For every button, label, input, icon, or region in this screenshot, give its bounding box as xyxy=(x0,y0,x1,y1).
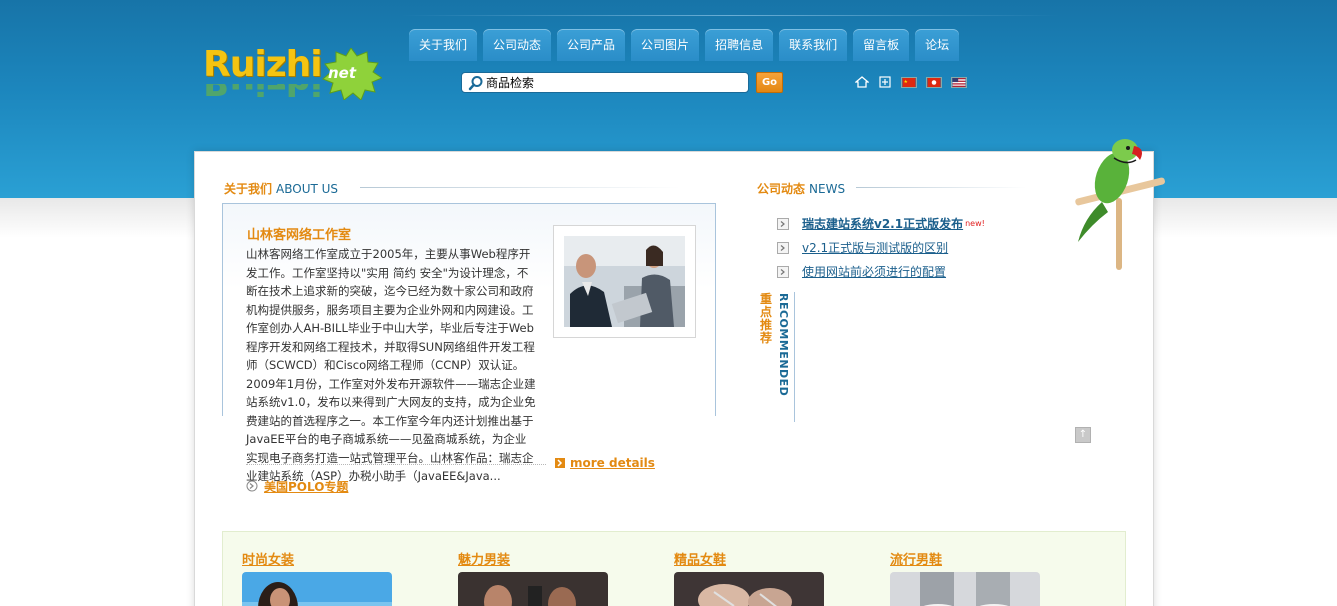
news-item: 使用网站前必须进行的配置 xyxy=(777,263,985,287)
product-category-link[interactable]: 魅力男装 xyxy=(458,549,510,568)
logo-reflection: Ruizhi xyxy=(203,84,322,102)
news-title-cn: 公司动态 xyxy=(757,182,806,196)
product-image[interactable] xyxy=(890,572,1040,606)
polo-arrow-icon xyxy=(246,480,258,492)
news-arrow-icon xyxy=(777,218,789,230)
scroll-button[interactable]: ↑ xyxy=(1075,427,1091,443)
flag-cn-icon[interactable] xyxy=(901,76,917,88)
logo-badge-text: net xyxy=(328,64,357,82)
news-list: 瑞志建站系统v2.1正式版发布 new! v2.1正式版与测试版的区别 使用网站前… xyxy=(777,215,985,287)
flag-hk-icon[interactable] xyxy=(926,76,942,88)
about-text-body: 山林客网络工作室成立于2005年，主要从事Web程序开发工作。工作室坚持以"实用… xyxy=(246,245,536,486)
search-icon xyxy=(468,76,483,91)
parrot-icon xyxy=(1075,139,1165,270)
nav-products[interactable]: 公司产品 xyxy=(557,29,626,61)
news-item: 瑞志建站系统v2.1正式版发布 new! xyxy=(777,215,985,239)
logo-text: Ruizhi xyxy=(203,44,323,85)
news-title-en: NEWS xyxy=(809,182,846,196)
flag-us-icon[interactable] xyxy=(951,76,967,88)
product-category-link[interactable]: 精品女鞋 xyxy=(674,549,726,568)
product-category-link[interactable]: 流行男鞋 xyxy=(890,549,942,568)
search-input[interactable] xyxy=(486,74,744,91)
nav-forum[interactable]: 论坛 xyxy=(915,29,960,61)
home-icon[interactable] xyxy=(855,76,869,88)
news-arrow-icon xyxy=(777,266,789,278)
about-title-rule xyxy=(360,187,680,188)
more-arrow-icon xyxy=(555,458,565,468)
polo-special-link[interactable]: 美国POLO专题 xyxy=(264,478,348,495)
news-arrow-icon xyxy=(777,242,789,254)
header-divider xyxy=(400,15,1060,16)
recommend-title-cn: 重点推荐 xyxy=(760,292,773,345)
toolbar-icons xyxy=(855,76,967,88)
site-logo[interactable]: Ruizhi Ruizhi net xyxy=(200,40,390,110)
main-nav: 关于我们 公司动态 公司产品 公司图片 招聘信息 联系我们 留言板 论坛 xyxy=(409,29,960,61)
product-image[interactable] xyxy=(242,572,392,606)
product-image[interactable] xyxy=(674,572,824,606)
news-title-rule xyxy=(856,187,1026,188)
nav-photos[interactable]: 公司图片 xyxy=(631,29,700,61)
nav-contact[interactable]: 联系我们 xyxy=(779,29,848,61)
product-image[interactable] xyxy=(458,572,608,606)
news-section-title: 公司动态 NEWS xyxy=(757,180,845,197)
new-badge: new! xyxy=(965,219,985,228)
nav-news[interactable]: 公司动态 xyxy=(483,29,552,61)
nav-about[interactable]: 关于我们 xyxy=(409,29,478,61)
more-details-link[interactable]: more details xyxy=(570,456,655,470)
news-item: v2.1正式版与测试版的区别 xyxy=(777,239,985,263)
about-text-content: 山林客网络工作室成立于2005年，主要从事Web程序开发工作。工作室坚持以"实用… xyxy=(246,247,536,483)
recommend-divider xyxy=(794,292,795,422)
about-section-title: 关于我们 ABOUT US xyxy=(224,180,338,197)
nav-jobs[interactable]: 招聘信息 xyxy=(705,29,774,61)
news-link[interactable]: v2.1正式版与测试版的区别 xyxy=(802,241,948,255)
search-box xyxy=(461,72,749,93)
about-heading: 山林客网络工作室 xyxy=(247,228,352,243)
nav-guestbook[interactable]: 留言板 xyxy=(853,29,910,61)
search-go-button[interactable]: Go xyxy=(756,72,783,93)
recommend-title-en: RECOMMENDED xyxy=(777,293,790,397)
about-dotted-rule xyxy=(246,464,546,465)
product-category-link[interactable]: 时尚女装 xyxy=(242,549,294,568)
news-link[interactable]: 使用网站前必须进行的配置 xyxy=(802,265,946,279)
about-title-cn: 关于我们 xyxy=(224,182,273,196)
about-text: 山林客网络工作室成立于2005年，主要从事Web程序开发工作。工作室坚持以"实用… xyxy=(246,245,698,486)
news-link[interactable]: 瑞志建站系统v2.1正式版发布 xyxy=(802,217,963,231)
add-favorite-icon[interactable] xyxy=(878,76,892,88)
about-title-en: ABOUT US xyxy=(276,182,339,196)
